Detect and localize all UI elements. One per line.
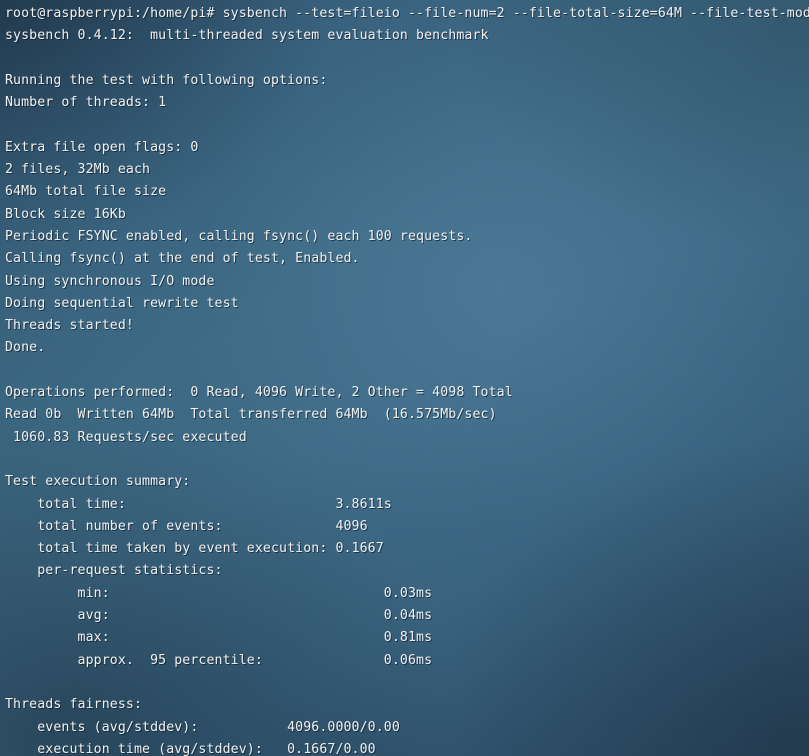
terminal-output-line: avg: 0.04ms: [5, 605, 809, 627]
terminal-output-line: [5, 48, 809, 70]
terminal-output-line: [5, 114, 809, 136]
terminal-output-line: Calling fsync() at the end of test, Enab…: [5, 248, 809, 270]
terminal-output-line: max: 0.81ms: [5, 627, 809, 649]
terminal-output-line: per-request statistics:: [5, 560, 809, 582]
terminal-output-line: [5, 449, 809, 471]
terminal-window[interactable]: root@raspberrypi:/home/pi# sysbench --te…: [0, 0, 809, 756]
terminal-output-line: total time: 3.8611s: [5, 494, 809, 516]
terminal-output-line: sysbench 0.4.12: multi-threaded system e…: [5, 25, 809, 47]
terminal-output-line: Done.: [5, 337, 809, 359]
terminal-output-line: Using synchronous I/O mode: [5, 271, 809, 293]
terminal-output-line: min: 0.03ms: [5, 583, 809, 605]
terminal-output-line: Extra file open flags: 0: [5, 137, 809, 159]
terminal-output-line: [5, 672, 809, 694]
terminal-output-line: Doing sequential rewrite test: [5, 293, 809, 315]
terminal-output-line: Number of threads: 1: [5, 92, 809, 114]
terminal-output-line: Read 0b Written 64Mb Total transferred 6…: [5, 404, 809, 426]
terminal-output-line: 2 files, 32Mb each: [5, 159, 809, 181]
terminal-output-line: [5, 360, 809, 382]
terminal-output-line: execution time (avg/stddev): 0.1667/0.00: [5, 739, 809, 756]
terminal-output-line: Running the test with following options:: [5, 70, 809, 92]
terminal-output-line: 64Mb total file size: [5, 181, 809, 203]
terminal-output-line: Block size 16Kb: [5, 204, 809, 226]
terminal-output-line: approx. 95 percentile: 0.06ms: [5, 650, 809, 672]
terminal-output-line: 1060.83 Requests/sec executed: [5, 427, 809, 449]
terminal-prompt-line: root@raspberrypi:/home/pi# sysbench --te…: [5, 3, 809, 25]
terminal-output-line: Test execution summary:: [5, 471, 809, 493]
terminal-output-line: Periodic FSYNC enabled, calling fsync() …: [5, 226, 809, 248]
terminal-output-line: Threads fairness:: [5, 694, 809, 716]
terminal-output-line: Threads started!: [5, 315, 809, 337]
terminal-output-line: events (avg/stddev): 4096.0000/0.00: [5, 717, 809, 739]
terminal-output-line: total time taken by event execution: 0.1…: [5, 538, 809, 560]
terminal-output-line: Operations performed: 0 Read, 4096 Write…: [5, 382, 809, 404]
terminal-output-line: total number of events: 4096: [5, 516, 809, 538]
